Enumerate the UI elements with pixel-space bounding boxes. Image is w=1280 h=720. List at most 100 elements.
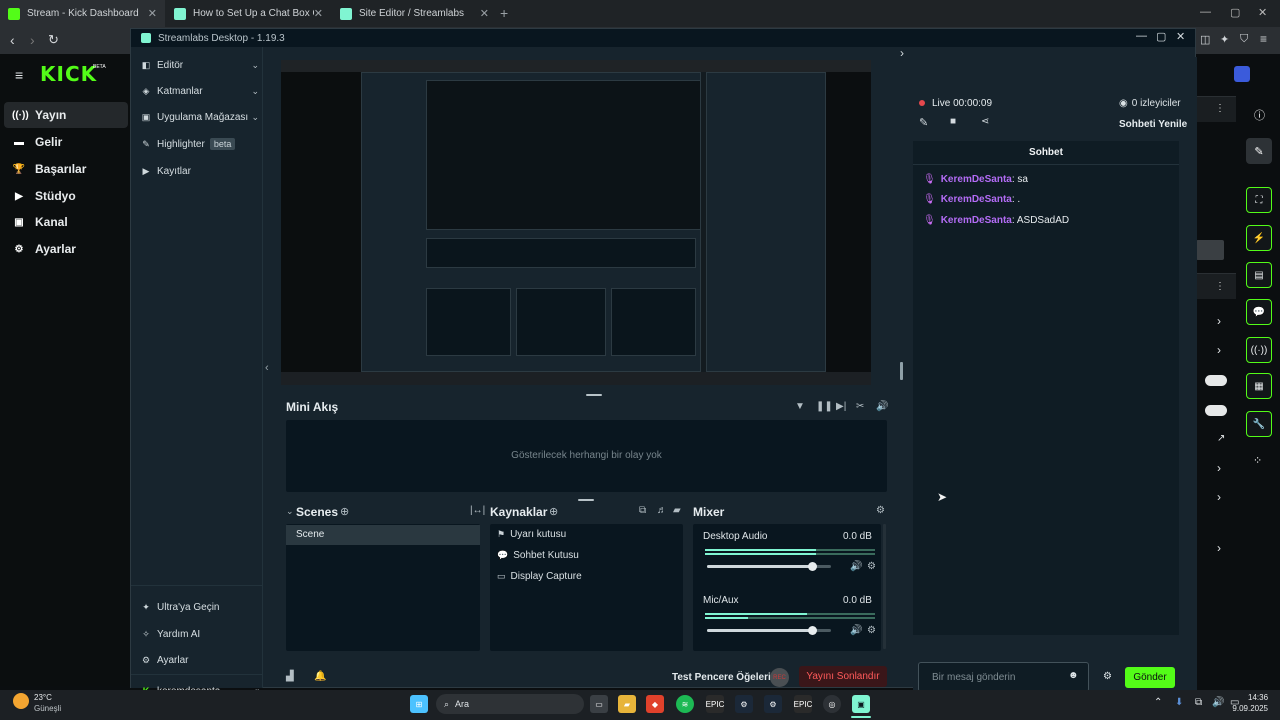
gear-icon[interactable]: ⚙ bbox=[867, 561, 876, 572]
sidebar-item-layers[interactable]: ◈ Katmanlar ⌄ bbox=[141, 82, 259, 100]
clock-time[interactable]: 14:36 bbox=[1248, 693, 1268, 702]
sidebar-item-ultra[interactable]: ✦ Ultra'ya Geçin bbox=[141, 598, 259, 616]
kick-logo[interactable]: KICK bbox=[40, 62, 97, 86]
edit-button[interactable]: ✎ bbox=[1246, 138, 1272, 164]
toggle-switch[interactable] bbox=[1205, 405, 1227, 416]
chat-settings-icon[interactable]: ⚙ bbox=[1103, 671, 1112, 682]
sidebar-item-app-store[interactable]: ▣ Uygulama Mağazası ⌄ bbox=[141, 108, 259, 126]
tray-app-icon[interactable]: ⬇ bbox=[1175, 697, 1183, 708]
tray-chevron-icon[interactable]: ⌃ bbox=[1154, 697, 1162, 708]
add-folder-icon[interactable]: ▰ bbox=[673, 505, 681, 516]
rec-button[interactable]: REC bbox=[770, 668, 789, 687]
weather-temp[interactable]: 23°C bbox=[34, 693, 52, 702]
resize-handle[interactable] bbox=[900, 362, 903, 380]
minimize-icon[interactable]: — bbox=[1200, 6, 1211, 18]
stream-action-button-4[interactable]: 💬 bbox=[1246, 299, 1272, 325]
chart-icon[interactable]: ↗ bbox=[1217, 433, 1225, 444]
kick-nav-gelir[interactable]: ▬ Gelir bbox=[12, 131, 62, 153]
speaker-icon[interactable]: 🔊 bbox=[1212, 697, 1224, 708]
toggle-switch[interactable] bbox=[1205, 375, 1227, 386]
spotify-icon[interactable]: ≋ bbox=[676, 695, 694, 713]
sidebar-item-highlighter[interactable]: ✎ Highlighter beta bbox=[141, 135, 259, 153]
epic-games-icon[interactable]: EPIC bbox=[794, 695, 812, 713]
drag-handle[interactable] bbox=[578, 499, 594, 501]
epic-games-icon[interactable]: EPIC bbox=[706, 695, 724, 713]
end-stream-button[interactable]: Yayını Sonlandır bbox=[799, 666, 887, 687]
edit-stream-icon[interactable]: ✎ bbox=[919, 116, 928, 129]
steam-icon[interactable]: ⚙ bbox=[735, 695, 753, 713]
volume-icon[interactable]: 🔊 bbox=[850, 625, 862, 636]
maximize-icon[interactable]: ▢ bbox=[1230, 6, 1240, 19]
source-audio-icon[interactable]: ♬ bbox=[657, 505, 667, 516]
steam-icon[interactable]: ⚙ bbox=[764, 695, 782, 713]
volume-icon[interactable]: 🔊 bbox=[850, 561, 862, 572]
close-tab-icon[interactable]: ✕ bbox=[314, 7, 323, 20]
network-icon[interactable]: ⧉ bbox=[1195, 697, 1202, 708]
info-icon[interactable]: ⓘ bbox=[1254, 107, 1265, 123]
forward-icon[interactable]: › bbox=[30, 32, 35, 48]
hamburger-icon[interactable]: ≡ bbox=[15, 67, 23, 83]
brave-icon[interactable]: ◆ bbox=[646, 695, 664, 713]
new-tab-icon[interactable]: + bbox=[500, 5, 508, 21]
more-icon[interactable]: ⋮ bbox=[1215, 281, 1225, 292]
more-icon[interactable]: ⋮ bbox=[1215, 103, 1225, 114]
sidebar-item-help-ai[interactable]: ✧ Yardım AI bbox=[141, 625, 259, 643]
skip-icon[interactable]: ▶| bbox=[836, 401, 846, 412]
test-widgets-label[interactable]: Test Pencere Öğeleri bbox=[672, 672, 771, 683]
share-icon[interactable]: ⋖ bbox=[981, 116, 989, 127]
chevron-right-icon[interactable]: › bbox=[1217, 314, 1221, 328]
kick-nav-yayin[interactable]: ((·)) Yayın bbox=[12, 104, 66, 126]
task-view-icon[interactable]: ▭ bbox=[590, 695, 608, 713]
sidebar-item-settings[interactable]: ⚙ Ayarlar bbox=[141, 651, 259, 669]
copilot-icon[interactable]: ✦ bbox=[1220, 33, 1229, 46]
bell-icon[interactable]: 🔔 bbox=[314, 671, 326, 682]
stream-action-button-7[interactable]: 🔧 bbox=[1246, 411, 1272, 437]
menu-icon[interactable]: ≡ bbox=[1260, 32, 1267, 46]
kick-nav-basarilar[interactable]: 🏆 Başarılar bbox=[12, 158, 87, 180]
chevron-down-icon[interactable]: ⌄ bbox=[286, 506, 294, 517]
shield-icon[interactable]: ⛉ bbox=[1240, 33, 1248, 46]
camera-icon[interactable]: ■ bbox=[950, 116, 956, 127]
reload-icon[interactable]: ↻ bbox=[48, 32, 59, 48]
source-item[interactable]: 💬 Sohbet Kutusu bbox=[497, 550, 579, 561]
taskbar-search[interactable]: ⌕ Ara bbox=[436, 694, 584, 714]
kick-input-stub[interactable] bbox=[1196, 240, 1224, 260]
mute-alerts-icon[interactable]: ✂ bbox=[856, 401, 864, 412]
collapse-left-icon[interactable]: ‹ bbox=[265, 362, 269, 374]
chevron-right-icon[interactable]: › bbox=[1217, 490, 1221, 504]
windows-start-icon[interactable]: ⊞ bbox=[410, 695, 428, 713]
stream-action-button-2[interactable]: ⚡ bbox=[1246, 225, 1272, 251]
drag-handle[interactable] bbox=[586, 394, 602, 396]
chevron-right-icon[interactable]: › bbox=[1217, 343, 1221, 357]
kick-nav-kanal[interactable]: ▣ Kanal bbox=[12, 211, 67, 233]
emoji-icon[interactable]: ☻ bbox=[1068, 670, 1079, 681]
expand-right-icon[interactable]: › bbox=[900, 46, 904, 60]
chevron-right-icon[interactable]: › bbox=[1217, 461, 1221, 475]
weather-icon[interactable] bbox=[13, 693, 29, 709]
send-button[interactable]: Gönder bbox=[1125, 667, 1175, 688]
stream-preview[interactable] bbox=[281, 60, 871, 385]
pause-icon[interactable]: ❚❚ bbox=[816, 401, 833, 412]
source-item[interactable]: ▭ Display Capture bbox=[497, 571, 582, 582]
stream-action-button-3[interactable]: ▤ bbox=[1246, 262, 1272, 288]
share-icon[interactable]: ⁘ bbox=[1253, 454, 1262, 467]
close-tab-icon[interactable]: ✕ bbox=[148, 7, 157, 20]
file-explorer-icon[interactable]: ▰ bbox=[618, 695, 636, 713]
stream-action-button-6[interactable]: ▦ bbox=[1246, 373, 1272, 399]
add-scene-icon[interactable]: ⊕ bbox=[340, 505, 349, 518]
mixer-scrollbar[interactable] bbox=[883, 524, 886, 649]
close-window-icon[interactable]: ✕ bbox=[1258, 6, 1267, 19]
close-tab-icon[interactable]: ✕ bbox=[480, 7, 489, 20]
source-item[interactable]: ⚑ Uyarı kutusu bbox=[497, 529, 566, 540]
app-icon[interactable]: ◎ bbox=[823, 695, 841, 713]
scene-item[interactable]: Scene bbox=[286, 525, 480, 545]
volume-icon[interactable]: 🔊 bbox=[876, 401, 888, 412]
add-source-icon[interactable]: ⊕ bbox=[549, 505, 558, 518]
sidebar-item-recordings[interactable]: ▶ Kayıtlar bbox=[141, 162, 259, 180]
source-display-icon[interactable]: ⧉ bbox=[639, 505, 646, 516]
refresh-chat-button[interactable]: Sohbeti Yenile bbox=[1119, 119, 1187, 130]
clock-date[interactable]: 9.09.2025 bbox=[1230, 704, 1268, 713]
back-icon[interactable]: ‹ bbox=[10, 32, 15, 48]
kick-nav-ayarlar[interactable]: ⚙ Ayarlar bbox=[12, 238, 76, 260]
mixer-settings-icon[interactable]: ⚙ bbox=[876, 505, 885, 516]
